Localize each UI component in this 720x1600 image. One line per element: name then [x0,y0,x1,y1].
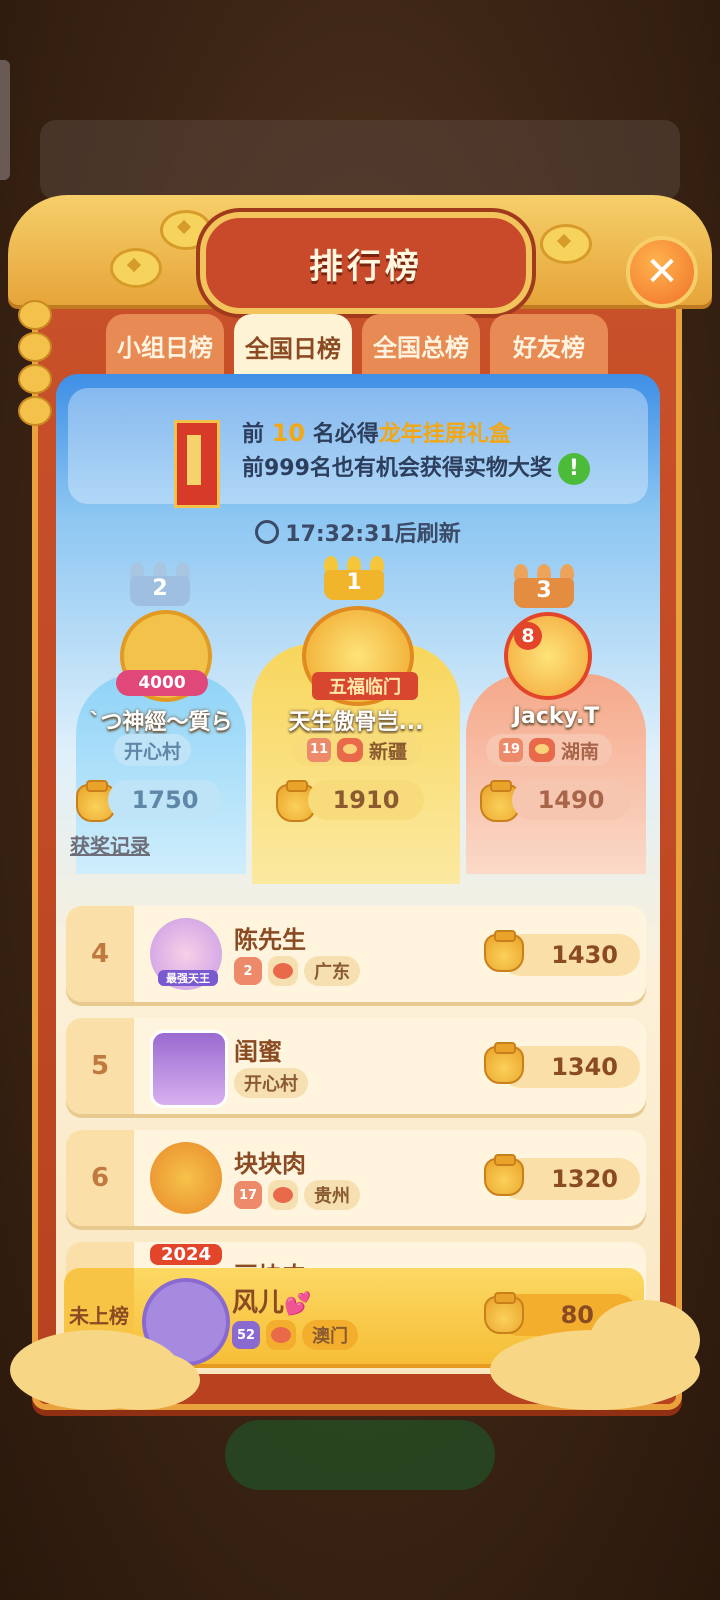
dragon-icon [528,738,555,762]
coin-decoration-icon [110,248,162,288]
cloud-decoration [80,1350,200,1410]
avatar[interactable] [150,1142,222,1214]
avatar[interactable] [150,1030,228,1108]
crown-gold-icon: 1 [324,556,384,600]
podium-name: 天生傲骨岂... [288,710,424,735]
region-tag: 新疆 [368,740,407,763]
tab-national-total[interactable]: 全国总榜 [362,314,480,376]
background-blur-button [225,1420,495,1490]
lucky-bag-icon [484,930,524,972]
list-item[interactable]: 5 闺蜜 开心村 1340 [66,1018,646,1114]
region-tag: 广东 [304,956,360,986]
crown-bronze-icon: 3 [514,564,574,608]
region-tag: 开心村 [114,734,192,766]
list-item[interactable]: 4 最强天王 陈先生 2 广东 1430 [66,906,646,1002]
region-tag: 贵州 [304,1180,360,1210]
prize-scroll-icon [174,420,220,508]
title-plate: 排行榜 [200,212,532,314]
dragon-icon [336,738,363,762]
level-badge: 11 [306,738,331,762]
podium-name: `つ神經～質ら [89,710,233,735]
level-badge: 52 [232,1321,260,1349]
rank-number: 4 [90,939,110,969]
level-badge: 2 [234,957,262,985]
podium-score: 1490 [512,780,630,820]
avatar-frame-badge: 最强天王 [158,970,218,986]
podium-tags: 11 新疆 [292,734,422,766]
tab-national-daily[interactable]: 全国日榜 [234,314,352,378]
crown-silver-icon: 2 [130,562,190,606]
tab-label: 好友榜 [513,333,585,362]
rank-number: 5 [90,1051,110,1081]
player-name: 风儿💕 [232,1288,312,1318]
player-name: 闺蜜 [234,1038,282,1066]
award-history-link[interactable]: 获奖记录 [70,830,150,859]
heart-emoji: 💕 [284,1292,312,1317]
region-tag: 澳门 [302,1320,358,1350]
tab-label: 全国总榜 [373,333,469,362]
region-tag: 开心村 [234,1068,308,1098]
level-badge: 19 [498,738,523,762]
lucky-bag-icon [484,1292,524,1334]
avatar-frame-badge: 2024 [150,1244,222,1265]
level-badge: 17 [234,1181,262,1209]
lucky-bag-icon [484,1154,524,1196]
page-title: 排行榜 [309,246,423,287]
info-icon[interactable]: ! [557,453,590,485]
region-tag: 湖南 [560,740,599,763]
clock-icon [255,520,280,544]
dragon-icon [266,1320,296,1350]
coin-decoration-icon [540,224,592,264]
banner-line-1: 前 10 名必得龙年挂屏礼盒 [242,419,511,447]
avatar-frame-badge: 8 [514,622,542,650]
player-name: 块块肉 [234,1150,306,1178]
tab-label: 小组日榜 [117,333,213,362]
avatar-frame-badge: 4000 [116,670,208,696]
dragon-icon [268,956,298,986]
close-icon: ✕ [645,249,679,295]
rank-number: 6 [90,1163,110,1193]
coin-tassel-icon [18,300,52,440]
podium-score: 1910 [308,780,424,820]
leaderboard-panel: 前 10 名必得龙年挂屏礼盒 前999名也有机会获得实物大奖! 17:32:31… [56,374,660,1374]
tab-friends[interactable]: 好友榜 [490,314,608,376]
background-side-handle [0,60,10,180]
background-blur-bar [40,120,680,200]
cloud-decoration [590,1300,700,1380]
dragon-icon [268,1180,298,1210]
tab-label: 全国日榜 [245,334,341,363]
list-item[interactable]: 6 块块肉 17 贵州 1320 [66,1130,646,1226]
avatar-frame-badge: 五福临门 [312,672,418,700]
podium-tags: 19 湖南 [486,734,612,766]
prize-banner[interactable]: 前 10 名必得龙年挂屏礼盒 前999名也有机会获得实物大奖! [68,388,648,508]
banner-line-2: 前999名也有机会获得实物大奖! [242,450,590,485]
refresh-timer: 17:32:31后刷新 [56,516,660,548]
lucky-bag-icon [484,1042,524,1084]
podium-name: Jacky.T [512,704,600,729]
player-name: 陈先生 [234,926,306,954]
close-button[interactable]: ✕ [626,236,698,308]
tab-group-daily[interactable]: 小组日榜 [106,314,224,376]
podium-score: 1750 [108,780,222,820]
